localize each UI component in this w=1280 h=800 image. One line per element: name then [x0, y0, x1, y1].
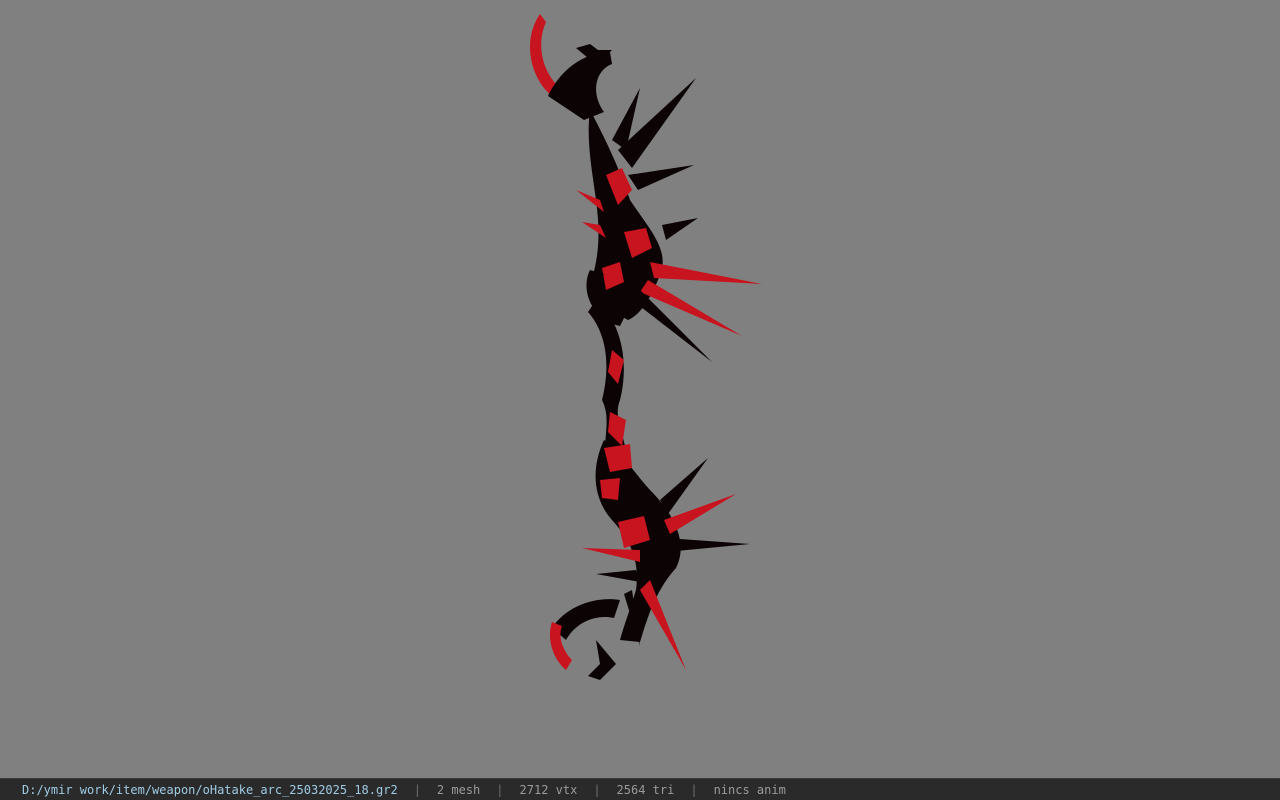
anim-status: nincs anim — [713, 782, 786, 797]
spike — [666, 538, 750, 552]
spike — [660, 458, 708, 514]
separator: | — [413, 782, 421, 797]
separator: | — [496, 782, 504, 797]
lower-body-accent-3 — [600, 478, 620, 500]
spike — [628, 165, 694, 190]
3d-viewport[interactable] — [0, 0, 1280, 778]
file-path: D:/ymir work/item/weapon/oHatake_arc_250… — [22, 782, 398, 797]
triangle-count: 2564 tri — [616, 782, 675, 797]
spike — [640, 580, 686, 670]
separator: | — [690, 782, 698, 797]
bow-model-render — [530, 14, 762, 680]
spike — [662, 218, 698, 240]
vertex-count: 2712 vtx — [519, 782, 578, 797]
lower-head — [552, 599, 620, 640]
spike — [650, 262, 762, 284]
spike — [582, 548, 640, 562]
status-bar: D:/ymir work/item/weapon/oHatake_arc_250… — [0, 778, 1280, 800]
lower-claw — [588, 640, 616, 680]
mesh-count: 2 mesh — [436, 782, 481, 797]
upper-head — [548, 52, 612, 120]
separator: | — [593, 782, 601, 797]
spike — [596, 570, 640, 582]
